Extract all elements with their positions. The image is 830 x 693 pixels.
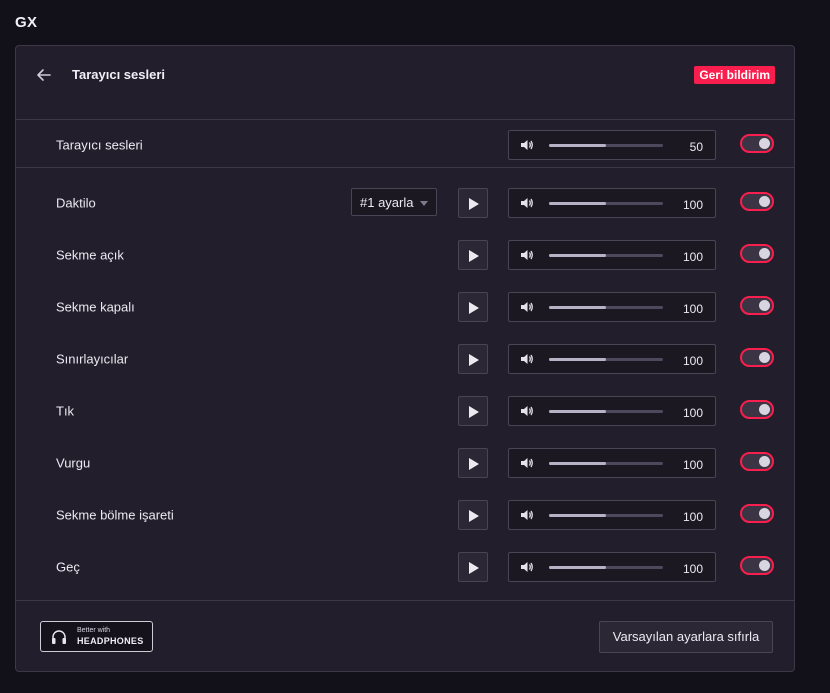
- sound-label: Sınırlayıcılar: [56, 351, 129, 367]
- volume-control: 100: [508, 240, 716, 270]
- speaker-icon[interactable]: [520, 249, 534, 261]
- sound-toggle[interactable]: [740, 452, 774, 471]
- master-label: Tarayıcı sesleri: [56, 137, 143, 153]
- play-button[interactable]: [458, 292, 488, 322]
- headphones-big-text: HEADPHONES: [77, 636, 144, 646]
- play-button[interactable]: [458, 500, 488, 530]
- volume-value: 100: [682, 198, 703, 212]
- sound-label: Daktilo: [56, 195, 96, 211]
- volume-value: 100: [682, 302, 703, 316]
- sound-row-tik: Tık 100: [16, 385, 794, 437]
- play-icon: [469, 198, 479, 210]
- sound-row-sekme-acik: Sekme açık 100: [16, 229, 794, 281]
- speaker-icon[interactable]: [520, 561, 534, 573]
- play-icon: [469, 302, 479, 314]
- volume-control: 100: [508, 188, 716, 218]
- caret-down-icon: [420, 201, 428, 206]
- master-volume-slider[interactable]: [549, 144, 663, 147]
- master-volume-control: 50: [508, 130, 716, 160]
- sound-row-sekme-bolme-isareti: Sekme bölme işareti 100: [16, 489, 794, 541]
- volume-slider[interactable]: [549, 410, 663, 413]
- volume-value: 100: [682, 406, 703, 420]
- volume-value: 100: [682, 562, 703, 576]
- headphones-badge[interactable]: Better with HEADPHONES: [40, 621, 153, 652]
- volume-value: 100: [682, 458, 703, 472]
- preset-value: #1 ayarla: [360, 195, 414, 210]
- volume-control: 100: [508, 448, 716, 478]
- sound-toggle[interactable]: [740, 556, 774, 575]
- sound-row-sinirlayicilar: Sınırlayıcılar 100: [16, 333, 794, 385]
- speaker-icon[interactable]: [520, 457, 534, 469]
- volume-slider[interactable]: [549, 254, 663, 257]
- divider: [16, 600, 794, 601]
- sound-toggle[interactable]: [740, 400, 774, 419]
- volume-value: 100: [682, 354, 703, 368]
- volume-control: 100: [508, 344, 716, 374]
- volume-slider[interactable]: [549, 358, 663, 361]
- master-volume-value: 50: [689, 140, 703, 154]
- divider: [16, 167, 794, 168]
- sound-label: Geç: [56, 559, 80, 575]
- page-title: Tarayıcı sesleri: [72, 67, 165, 82]
- play-icon: [469, 510, 479, 522]
- play-icon: [469, 458, 479, 470]
- volume-slider[interactable]: [549, 566, 663, 569]
- sound-label: Sekme kapalı: [56, 299, 135, 315]
- volume-slider[interactable]: [549, 462, 663, 465]
- speaker-icon[interactable]: [520, 301, 534, 313]
- volume-value: 100: [682, 510, 703, 524]
- sound-row-sekme-kapali: Sekme kapalı 100: [16, 281, 794, 333]
- sound-toggle[interactable]: [740, 296, 774, 315]
- preset-select[interactable]: #1 ayarla: [351, 188, 437, 216]
- back-arrow-icon[interactable]: [35, 66, 53, 84]
- master-row: Tarayıcı sesleri 50: [16, 119, 794, 171]
- sound-toggle[interactable]: [740, 348, 774, 367]
- sound-row-gec: Geç 100: [16, 541, 794, 593]
- play-button[interactable]: [458, 188, 488, 218]
- speaker-icon[interactable]: [520, 139, 534, 151]
- play-button[interactable]: [458, 396, 488, 426]
- sound-label: Sekme açık: [56, 247, 124, 263]
- headphones-small-text: Better with: [77, 627, 111, 634]
- play-icon: [469, 354, 479, 366]
- speaker-icon[interactable]: [520, 353, 534, 365]
- sound-row-vurgu: Vurgu 100: [16, 437, 794, 489]
- settings-panel: Tarayıcı sesleri Geri bildirim Tarayıcı …: [15, 45, 795, 672]
- panel-header: Tarayıcı sesleri Geri bildirim: [16, 46, 794, 120]
- volume-slider[interactable]: [549, 306, 663, 309]
- sound-label: Vurgu: [56, 455, 91, 471]
- app-title: GX: [15, 14, 38, 31]
- volume-value: 100: [682, 250, 703, 264]
- reset-defaults-button[interactable]: Varsayılan ayarlara sıfırla: [599, 621, 773, 653]
- play-button[interactable]: [458, 240, 488, 270]
- speaker-icon[interactable]: [520, 509, 534, 521]
- volume-control: 100: [508, 500, 716, 530]
- play-icon: [469, 406, 479, 418]
- play-button[interactable]: [458, 448, 488, 478]
- sound-toggle[interactable]: [740, 504, 774, 523]
- headphones-icon: [52, 630, 66, 644]
- play-button[interactable]: [458, 552, 488, 582]
- sound-label: Tık: [56, 403, 75, 419]
- volume-slider[interactable]: [549, 202, 663, 205]
- play-icon: [469, 250, 479, 262]
- volume-slider[interactable]: [549, 514, 663, 517]
- sound-label: Sekme bölme işareti: [56, 507, 174, 523]
- speaker-icon[interactable]: [520, 405, 534, 417]
- sound-toggle[interactable]: [740, 192, 774, 211]
- volume-control: 100: [508, 292, 716, 322]
- volume-control: 100: [508, 552, 716, 582]
- play-button[interactable]: [458, 344, 488, 374]
- speaker-icon[interactable]: [520, 197, 534, 209]
- feedback-button[interactable]: Geri bildirim: [694, 66, 775, 84]
- sound-toggle[interactable]: [740, 244, 774, 263]
- play-icon: [469, 562, 479, 574]
- volume-control: 100: [508, 396, 716, 426]
- master-toggle[interactable]: [740, 134, 774, 153]
- sound-row-daktilo: Daktilo #1 ayarla 100: [16, 177, 794, 229]
